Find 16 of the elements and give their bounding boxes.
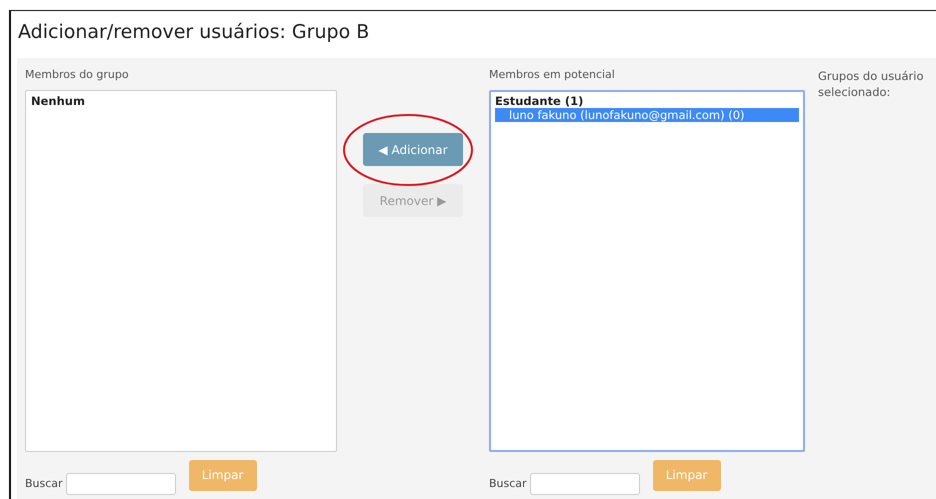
search-field[interactable] [66,472,176,494]
user-listbox[interactable]: Estudante (1) luno fakuno (lunofakuno@gmail.com) (0) [489,90,805,452]
group-heading[interactable]: Estudante (1) [495,94,799,108]
list-label: Membros do grupo [25,68,130,81]
list-label: Membros em potencial [489,68,616,81]
search-label: Buscar [489,477,527,490]
search-label: Buscar [25,477,63,490]
clear-button[interactable]: Limpar [652,460,721,490]
search-field[interactable] [530,472,640,494]
page-title: Adicionar/remover usuários: Grupo B [17,20,370,45]
clear-button[interactable]: Limpar [188,460,257,490]
user-listbox[interactable]: Nenhum [25,90,337,452]
user-option[interactable]: luno fakuno (lunofakuno@gmail.com) (0) [495,108,799,122]
add-button[interactable]: ◀ Adicionar [363,133,463,166]
group-heading[interactable]: Nenhum [31,94,331,108]
user-groups-label: Grupos do usuário selecionado: [818,68,924,101]
